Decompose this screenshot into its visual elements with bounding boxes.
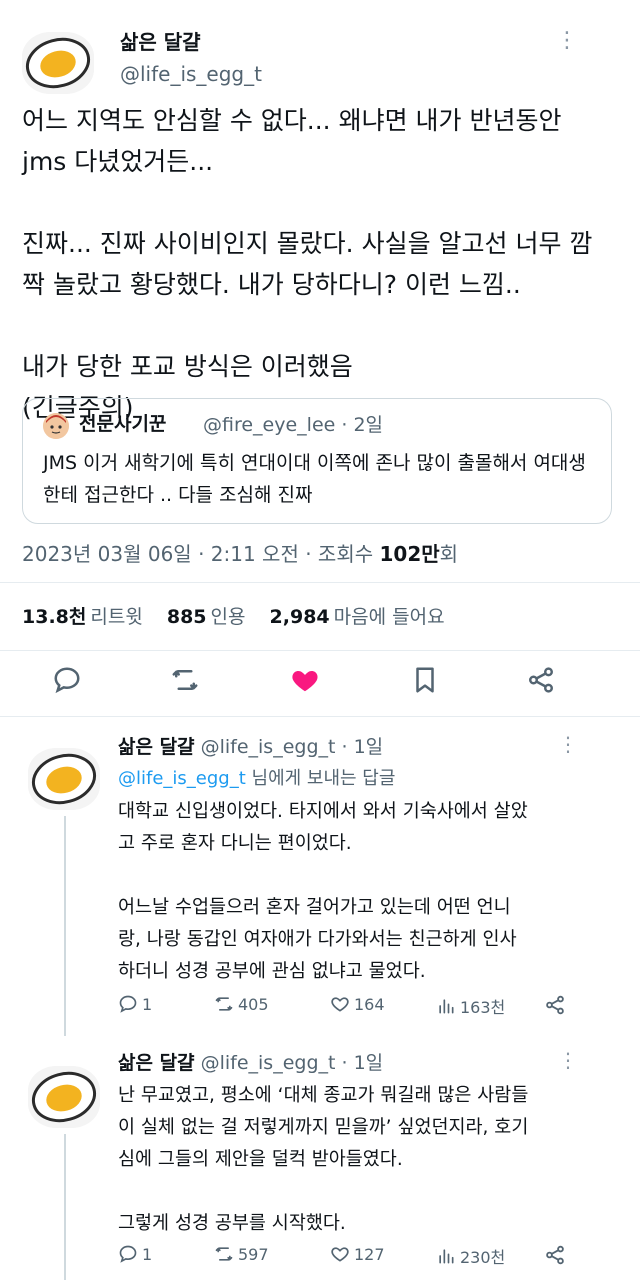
like-button[interactable]: 127 [330,1244,385,1264]
quoted-author-handle: @fire_eye_lee · 2일 [203,414,384,436]
reply-count: 1 [142,994,153,1014]
share-icon[interactable] [526,665,556,695]
quoted-author-name: 전문사기꾼 [79,413,167,435]
reply-author-name[interactable]: 삶은 달걀 [118,736,195,758]
retweet-count: 597 [238,1244,269,1264]
reply-icon [119,1245,137,1263]
view-count-suffix: 회 [439,542,459,566]
view-count: 163천 [460,998,506,1017]
egg-icon [28,1066,100,1128]
more-icon[interactable]: ⋮ [558,1048,578,1072]
retweet-icon [215,997,233,1011]
view-count: 230천 [460,1248,506,1267]
reply-author-handle[interactable]: @life_is_egg_t · 1일 [201,1052,384,1074]
retweet-icon[interactable] [170,665,200,695]
reply-author-handle[interactable]: @life_is_egg_t · 1일 [201,736,384,758]
author-avatar[interactable] [22,32,94,94]
replying-to-label: 님에게 보내는 답글 [245,768,396,789]
like-button[interactable]: 164 [330,994,385,1014]
reply-text: 대학교 신입생이었다. 타지에서 와서 기숙사에서 살았 고 주로 혼자 다니는… [118,801,528,982]
quoted-tweet-text: JMS 이거 새학기에 특히 연대이대 이쪽에 존나 많이 출몰해서 여대생한테… [43,452,586,506]
more-icon[interactable]: ⋮ [556,28,578,53]
more-icon[interactable]: ⋮ [558,732,578,756]
reply-count: 1 [142,1244,153,1264]
author-name[interactable]: 삶은 달걀 [120,26,201,55]
quote-count[interactable]: 885 [167,606,207,628]
like-count: 127 [354,1244,385,1264]
tweet-text: 어느 지역도 안심할 수 없다... 왜냐면 내가 반년동안 jms 다녔었거든… [22,106,593,422]
egg-icon [28,748,100,810]
reply-header: 삶은 달걀 @life_is_egg_t · 1일 [118,1048,383,1075]
heart-icon [331,997,349,1012]
egg-icon [22,32,94,94]
share-icon[interactable] [544,994,566,1016]
like-label[interactable]: 마음에 들어요 [334,606,445,628]
views-button[interactable]: 163천 [436,994,505,1018]
divider [0,716,640,717]
heart-icon [331,1247,349,1262]
tweet-meta: 2023년 03월 06일 · 2:11 오전 · 조회수 102만회 [22,538,458,567]
engagement-stats: 13.8천 리트윗 885 인용 2,984 마음에 들어요 [22,602,445,629]
quoted-author-avatar [43,413,69,439]
reply-text: 난 무교였고, 평소에 ‘대체 종교가 뭐길래 많은 사람들 이 실체 없는 걸… [118,1085,529,1234]
tweet-datetime: 2023년 03월 06일 · 2:11 오전 · 조회수 [22,542,380,566]
retweet-icon [215,1247,233,1261]
views-icon [439,1249,454,1264]
views-icon [439,999,454,1014]
thread-line [64,1134,66,1280]
views-button[interactable]: 230천 [436,1244,505,1268]
replying-to-handle[interactable]: @life_is_egg_t [118,768,246,789]
like-count: 164 [354,994,385,1014]
retweet-count[interactable]: 13.8천 [22,606,86,628]
reply-header: 삶은 달걀 @life_is_egg_t · 1일 [118,732,383,759]
quote-label[interactable]: 인용 [211,606,246,628]
reply-icon[interactable] [52,665,82,695]
bookmark-icon[interactable] [410,665,440,695]
reply-author-avatar[interactable] [28,1066,100,1128]
reply-icon [119,995,137,1013]
retweet-button[interactable]: 405 [214,994,269,1014]
divider [0,650,640,651]
replying-to: @life_is_egg_t 님에게 보내는 답글 [118,764,395,790]
share-icon[interactable] [544,1244,566,1266]
divider [0,582,640,583]
cartoon-face-icon [43,413,69,439]
retweet-button[interactable]: 597 [214,1244,269,1264]
author-handle[interactable]: @life_is_egg_t [120,62,262,86]
view-count: 102만 [379,542,440,566]
retweet-count: 405 [238,994,269,1014]
heart-icon[interactable] [290,665,320,695]
retweet-label[interactable]: 리트윗 [90,606,142,628]
like-count[interactable]: 2,984 [270,606,330,628]
reply-button[interactable]: 1 [118,994,152,1014]
quoted-tweet[interactable]: 전문사기꾼 @fire_eye_lee · 2일 JMS 이거 새학기에 특히 … [22,398,612,524]
reply-button[interactable]: 1 [118,1244,152,1264]
reply-author-name[interactable]: 삶은 달걀 [118,1052,195,1074]
reply-author-avatar[interactable] [28,748,100,810]
thread-line [64,816,66,1036]
